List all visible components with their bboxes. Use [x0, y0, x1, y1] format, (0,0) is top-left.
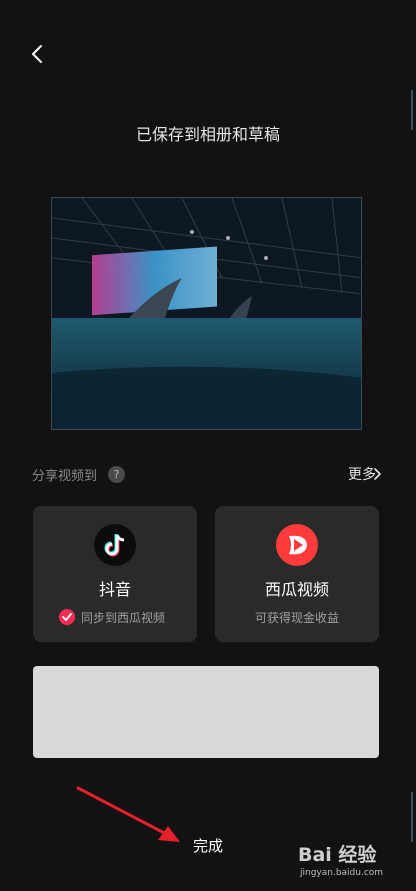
share-card-xigua[interactable]: 西瓜视频 可获得现金收益 — [215, 506, 379, 642]
chevron-right-icon[interactable] — [372, 466, 382, 480]
edge-artifact — [411, 792, 413, 842]
done-button[interactable]: 完成 — [150, 826, 266, 866]
placeholder-block — [33, 666, 379, 758]
watermark-url: jingyan.baidu.com — [300, 868, 384, 878]
sync-checkbox[interactable] — [59, 609, 75, 625]
douyin-title: 抖音 — [98, 580, 131, 599]
sync-label: 同步到西瓜视频 — [81, 611, 166, 625]
xigua-subtitle: 可获得现金收益 — [254, 611, 339, 625]
back-button[interactable] — [22, 38, 54, 70]
xigua-logo-icon — [276, 524, 318, 566]
help-icon[interactable]: ? — [108, 466, 125, 483]
chevron-left-icon — [32, 45, 42, 63]
watermark-text: Bai 经验 — [298, 844, 377, 866]
page-title: 已保存到相册和草稿 — [135, 125, 280, 144]
baidu-jingyan-watermark: Bai 经验 jingyan.baidu.com — [298, 832, 410, 888]
share-section-label: 分享视频到 — [32, 469, 98, 484]
video-thumbnail-image — [52, 198, 361, 429]
xigua-title: 西瓜视频 — [264, 580, 329, 599]
video-preview — [51, 197, 362, 430]
douyin-logo-icon — [94, 524, 136, 566]
share-card-douyin[interactable]: 抖音 同步到西瓜视频 — [33, 506, 197, 642]
